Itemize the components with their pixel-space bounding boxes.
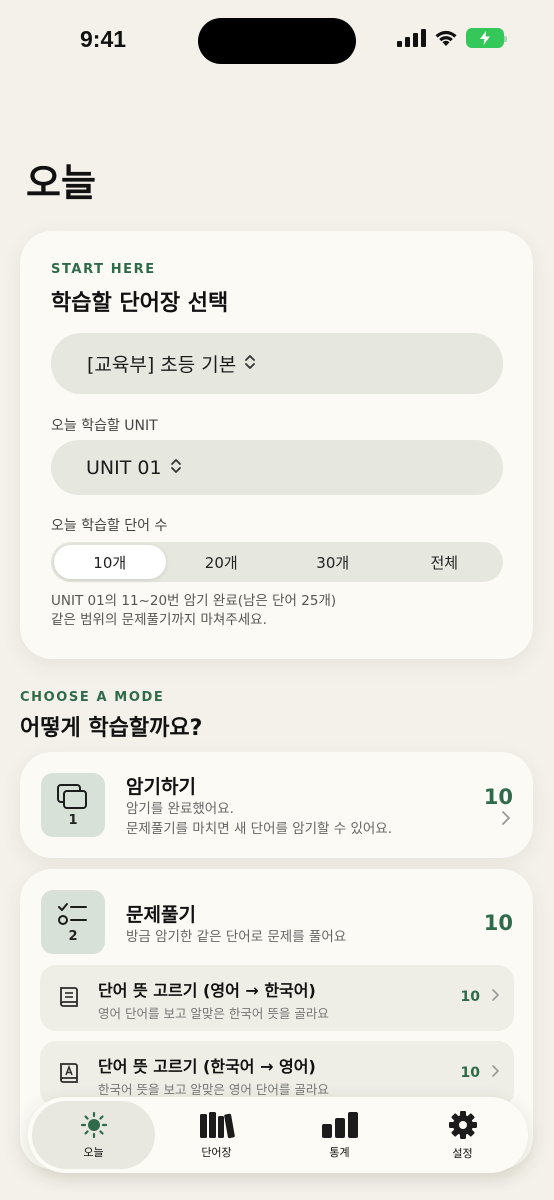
progress-hint-line-2: 같은 범위의 문제풀기까지 마쳐주세요. <box>51 612 267 628</box>
memorize-mode-title: 암기하기 <box>126 776 196 798</box>
sun-icon <box>80 1111 107 1138</box>
unit-picker[interactable]: UNIT 01 <box>51 440 503 495</box>
chevron-updown-icon <box>170 458 182 477</box>
progress-hint: UNIT 01의 11~20번 암기 완료(남은 단어 25개) 같은 범위의 … <box>51 592 336 630</box>
memorize-mode-count: 10 <box>483 785 513 809</box>
tab-bar: 오늘 단어장 통계 설정 <box>28 1097 528 1173</box>
quiz-mode-number: 2 <box>68 928 78 944</box>
quiz-mode-subtitle: 방금 암기한 같은 단어로 문제를 풀어요 <box>126 929 347 945</box>
word-count-label: 오늘 학습할 단어 수 <box>51 518 168 534</box>
quiz-en-to-ko-title: 단어 뜻 고르기 (영어 → 한국어) <box>98 981 316 1000</box>
chevron-right-icon <box>491 1063 500 1082</box>
quiz-mode-count: 10 <box>483 911 513 935</box>
segment-30[interactable]: 30개 <box>277 545 389 579</box>
status-icons <box>397 28 507 48</box>
choose-mode-eyebrow: CHOOSE A MODE <box>20 690 165 705</box>
memorize-mode-subtitle: 암기를 완료했어요. 문제풀기를 마치면 새 단어를 암기할 수 있어요. <box>126 799 392 839</box>
books-icon <box>199 1111 235 1138</box>
bar-chart-icon <box>321 1111 358 1138</box>
start-here-eyebrow: START HERE <box>51 262 156 277</box>
chevron-right-icon <box>491 987 500 1006</box>
quiz-en-to-ko-desc: 영어 단어를 보고 알맞은 한국어 뜻을 골라요 <box>98 1006 329 1021</box>
tab-today-label: 오늘 <box>83 1145 104 1159</box>
memorize-mode-number: 1 <box>68 812 78 828</box>
segment-20[interactable]: 20개 <box>166 545 278 579</box>
memorize-mode-card[interactable]: 1 암기하기 암기를 완료했어요. 문제풀기를 마치면 새 단어를 암기할 수 … <box>20 752 533 858</box>
memorize-mode-subtitle-line-2: 문제풀기를 마치면 새 단어를 암기할 수 있어요. <box>126 821 393 837</box>
cards-icon <box>57 783 87 809</box>
tab-stats[interactable]: 통계 <box>278 1101 401 1169</box>
dynamic-island <box>198 18 356 64</box>
signal-icon <box>397 29 426 47</box>
status-bar: 9:41 <box>0 0 554 80</box>
quiz-mode-icon: 2 <box>41 890 105 954</box>
word-count-segmented-control: 10개 20개 30개 전체 <box>51 542 503 582</box>
quiz-ko-to-en-count: 10 <box>460 1065 480 1081</box>
checklist-icon <box>58 902 87 925</box>
wifi-icon <box>435 30 457 46</box>
wordbook-heading: 학습할 단어장 선택 <box>51 291 229 316</box>
choose-mode-title: 어떻게 학습할까요? <box>20 716 203 741</box>
segment-10[interactable]: 10개 <box>54 545 166 579</box>
book-a-icon <box>58 1061 80 1091</box>
tab-wordbooks-label: 단어장 <box>201 1145 232 1159</box>
tab-wordbooks[interactable]: 단어장 <box>155 1101 278 1169</box>
page-title: 오늘 <box>26 161 96 205</box>
tab-settings[interactable]: 설정 <box>401 1101 524 1169</box>
quiz-ko-to-en-desc: 한국어 뜻을 보고 알맞은 영어 단어를 골라요 <box>98 1082 329 1097</box>
segment-all[interactable]: 전체 <box>389 545 501 579</box>
quiz-en-to-ko-row[interactable]: 단어 뜻 고르기 (영어 → 한국어) 영어 단어를 보고 알맞은 한국어 뜻을… <box>40 965 514 1031</box>
book-icon <box>58 985 80 1015</box>
memorize-mode-subtitle-line-1: 암기를 완료했어요. <box>126 801 234 817</box>
status-time: 9:41 <box>80 26 127 52</box>
unit-label: 오늘 학습할 UNIT <box>51 418 158 434</box>
study-settings-card: START HERE 학습할 단어장 선택 [교육부] 초등 기본 오늘 학습할… <box>20 231 533 659</box>
quiz-ko-to-en-title: 단어 뜻 고르기 (한국어 → 영어) <box>98 1057 316 1076</box>
wordbook-picker-value: [교육부] 초등 기본 <box>87 354 237 376</box>
battery-icon <box>466 28 507 48</box>
unit-picker-value: UNIT 01 <box>86 456 162 479</box>
chevron-right-icon <box>501 810 511 831</box>
tab-stats-label: 통계 <box>329 1145 350 1159</box>
memorize-mode-icon: 1 <box>41 773 105 837</box>
chevron-updown-icon <box>244 354 256 373</box>
progress-hint-line-1: UNIT 01의 11~20번 암기 완료(남은 단어 25개) <box>51 593 337 609</box>
gear-icon <box>448 1110 477 1139</box>
tab-today[interactable]: 오늘 <box>32 1101 155 1169</box>
tab-settings-label: 설정 <box>452 1146 473 1160</box>
wordbook-picker[interactable]: [교육부] 초등 기본 <box>51 333 503 394</box>
quiz-en-to-ko-count: 10 <box>460 989 480 1005</box>
quiz-mode-title: 문제풀기 <box>126 904 196 926</box>
